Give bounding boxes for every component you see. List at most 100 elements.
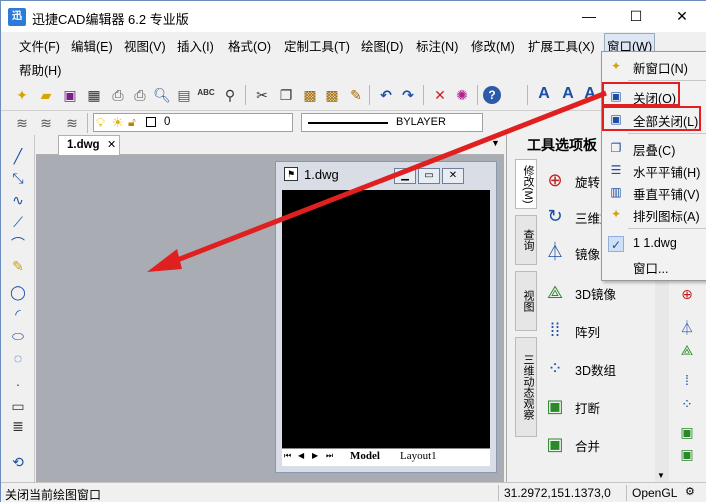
ellipse-icon[interactable]: ⬭ — [9, 327, 27, 345]
minimize-button[interactable]: — — [566, 1, 612, 32]
copy-icon[interactable]: ❐ — [277, 86, 295, 104]
print-preview-icon[interactable]: ⎙ — [131, 86, 149, 104]
line-icon[interactable]: ╱ — [9, 147, 27, 165]
explode-icon[interactable]: ✺ — [453, 86, 471, 104]
prev-tab-icon[interactable]: ◀ — [298, 451, 304, 460]
match-properties-icon[interactable]: ✎ — [347, 86, 365, 104]
text-edit-icon[interactable]: A — [581, 85, 599, 103]
child-close-button[interactable]: ✕ — [442, 168, 464, 184]
palette-item-3d-array[interactable]: ⁘ 3D数组 — [539, 351, 661, 385]
menu-windows-more[interactable]: 窗口... — [602, 255, 706, 277]
first-tab-icon[interactable]: ⏮ — [284, 451, 291, 461]
menu-insert[interactable]: 插入(I) — [175, 34, 216, 57]
spline-icon[interactable]: ⟋ — [9, 213, 27, 231]
point-icon[interactable]: · — [9, 375, 27, 393]
menu-file[interactable]: 文件(F) — [17, 34, 62, 57]
close-all-highlight-box — [602, 106, 701, 131]
paste-special-icon[interactable]: ▩ — [323, 86, 341, 104]
toolbar-separator — [477, 85, 478, 105]
arc-draw-icon[interactable]: ⌒ — [9, 235, 27, 253]
help-icon[interactable]: ? — [483, 86, 501, 104]
text-style-icon[interactable]: A — [535, 85, 553, 103]
menu-cascade[interactable]: ❐ 层叠(C) — [602, 137, 706, 159]
linetype-dropdown[interactable]: BYLAYER — [301, 113, 483, 132]
rotate-small-icon[interactable]: ⊕ — [678, 285, 696, 303]
print-icon[interactable]: ⎙ — [109, 86, 127, 104]
document-tab-label: 1.dwg — [67, 139, 100, 151]
next-tab-icon[interactable]: ▶ — [312, 451, 318, 460]
menu-tools[interactable]: 定制工具(T) — [282, 34, 352, 57]
model-tab[interactable]: Model — [350, 450, 380, 462]
menu-separator — [628, 228, 706, 229]
layer-states-icon[interactable]: ≋ — [63, 114, 81, 132]
paste-icon[interactable]: ▩ — [301, 86, 319, 104]
undo-icon[interactable]: ↶ — [377, 86, 395, 104]
menu-format[interactable]: 格式(O) — [226, 34, 273, 57]
ellipse-arc-icon[interactable]: ◌ — [9, 349, 27, 367]
save-as-icon[interactable]: ▦ — [85, 86, 103, 104]
menu-draw[interactable]: 绘图(D) — [359, 34, 405, 57]
revcloud-icon[interactable]: ✎ — [9, 257, 27, 275]
zoom-icon[interactable]: 🔍︎ — [153, 86, 171, 104]
find-icon[interactable]: ⚲ — [221, 86, 239, 104]
palette-item-break[interactable]: ▣ 打断 — [539, 389, 661, 423]
palette-tab-3d-orbit[interactable]: 三维动态观察 — [515, 337, 537, 437]
palette-item-array[interactable]: ⁞⁞ 阵列 — [539, 313, 661, 347]
rectangle-icon[interactable]: ▭ — [9, 397, 27, 415]
cut-icon[interactable]: ✂ — [253, 86, 271, 104]
menu-window-1dwg[interactable]: ✓ 1 1.dwg — [602, 233, 706, 255]
child-restore-button[interactable]: ▭ — [418, 168, 440, 184]
menu-modify[interactable]: 修改(M) — [469, 34, 517, 57]
menu-new-window[interactable]: ✦ 新窗口(N) — [602, 55, 706, 77]
construction-line-icon[interactable]: ⤡ — [9, 169, 27, 187]
settings-icon[interactable]: ⚙ — [685, 485, 695, 498]
palette-item-join[interactable]: ▣ 合并 — [539, 427, 661, 461]
regen-icon[interactable]: ⟲ — [9, 453, 27, 471]
save-icon[interactable]: ▣ — [61, 86, 79, 104]
menu-tile-horizontal[interactable]: ☰ 水平平铺(H) — [602, 159, 706, 181]
drawing-child-window[interactable]: ⚑ 1.dwg ▁ ▭ ✕ ⏮ ◀ ▶ ⏭ Model Layout1 — [275, 161, 497, 473]
palette-tab-view[interactable]: 视图 — [515, 271, 537, 331]
spellcheck-icon[interactable]: ABC — [197, 84, 215, 102]
arc-icon[interactable]: ◜ — [9, 305, 27, 323]
child-minimize-button[interactable]: ▁ — [394, 168, 416, 184]
break-small-icon[interactable]: ▣ — [678, 423, 696, 441]
array-small-icon[interactable]: ⁞ — [678, 371, 696, 389]
document-tab[interactable]: 1.dwg ✕ — [58, 135, 120, 155]
redo-icon[interactable]: ↷ — [399, 86, 417, 104]
status-divider — [626, 485, 627, 501]
erase-icon[interactable]: ✕ — [431, 86, 449, 104]
menu-arrange-icons[interactable]: ✦ 排列图标(A) — [602, 203, 706, 225]
model-space-canvas[interactable] — [282, 190, 490, 448]
menu-edit[interactable]: 编辑(E) — [69, 34, 115, 57]
maximize-button[interactable]: ☐ — [613, 1, 659, 32]
menu-extensions[interactable]: 扩展工具(X) — [526, 34, 597, 57]
publish-icon[interactable]: ▤ — [175, 86, 193, 104]
tab-list-arrow-icon[interactable]: ▼ — [491, 138, 500, 148]
menu-view[interactable]: 视图(V) — [122, 34, 168, 57]
array3d-small-icon[interactable]: ⁘ — [678, 395, 696, 413]
layout1-tab[interactable]: Layout1 — [400, 450, 437, 462]
close-tab-icon[interactable]: ✕ — [107, 136, 116, 154]
last-tab-icon[interactable]: ⏭ — [326, 451, 333, 461]
layer-dropdown[interactable]: 💡︎ ☀ 🔓︎ 0 — [93, 113, 293, 132]
menu-tile-vertical[interactable]: ▥ 垂直平铺(V) — [602, 181, 706, 203]
menu-help[interactable]: 帮助(H) — [17, 58, 63, 81]
hatch-icon[interactable]: ≣ — [9, 417, 27, 435]
new-file-icon[interactable]: ✦ — [13, 86, 31, 104]
open-file-icon[interactable]: ▰ — [37, 86, 55, 104]
multiline-text-icon[interactable]: A — [559, 85, 577, 103]
check-icon: ✓ — [608, 236, 624, 252]
polyline-icon[interactable]: ∿ — [9, 191, 27, 209]
close-button[interactable]: ✕ — [659, 1, 705, 32]
palette-tab-query[interactable]: 查询 — [515, 215, 537, 265]
circle-icon[interactable]: ◯ — [9, 283, 27, 301]
join-small-icon[interactable]: ▣ — [678, 445, 696, 463]
menu-dimension[interactable]: 标注(N) — [414, 34, 460, 57]
scroll-down-icon[interactable]: ▼ — [657, 471, 665, 480]
mirror-small-icon[interactable]: ⏃ — [678, 319, 696, 337]
palette-tab-modify[interactable]: 修改(M) — [515, 159, 537, 209]
layer-previous-icon[interactable]: ≋ — [37, 114, 55, 132]
mirror3d-small-icon[interactable]: ⟁ — [678, 341, 696, 359]
layer-manager-icon[interactable]: ≋ — [13, 114, 31, 132]
